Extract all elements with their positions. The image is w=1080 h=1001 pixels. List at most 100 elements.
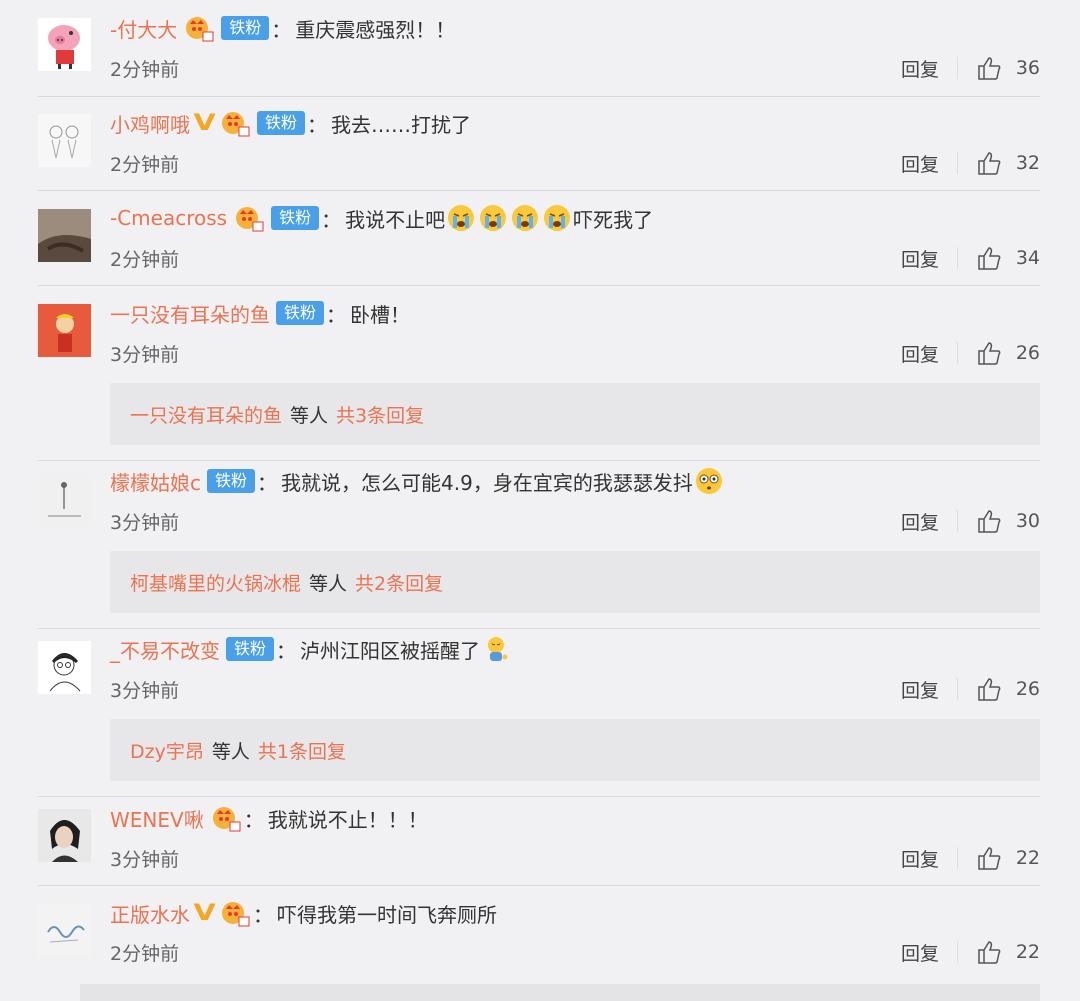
verified-v-icon: V bbox=[193, 900, 216, 926]
sub-reply-total[interactable]: 共1条回复 bbox=[258, 737, 346, 764]
sub-reply-user[interactable]: 柯基嘴里的火锅冰棍 bbox=[130, 569, 301, 596]
avatar[interactable] bbox=[38, 209, 91, 262]
sub-reply-summary[interactable]: 一只没有耳朵的鱼 等人 共3条回复 bbox=[110, 383, 1040, 445]
separator bbox=[957, 57, 958, 79]
crying-emoji-icon bbox=[480, 205, 507, 231]
reply-button[interactable]: 回复 bbox=[901, 245, 939, 272]
colon: ： bbox=[257, 470, 278, 495]
reply-button[interactable]: 回复 bbox=[901, 55, 939, 82]
comment-text: 我说不止吧 bbox=[345, 207, 446, 232]
like-count: 26 bbox=[1015, 342, 1040, 364]
comment-text: 我就说，怎么可能4.9，身在宜宾的我瑟瑟发抖 bbox=[281, 470, 693, 495]
divider bbox=[38, 190, 1040, 191]
comment-text: 卧槽！ bbox=[350, 302, 411, 327]
sub-reply-user[interactable]: 一只没有耳朵的鱼 bbox=[130, 401, 282, 428]
thumbs-up-icon[interactable] bbox=[976, 939, 1002, 965]
sub-reply-etc: 等人 bbox=[290, 404, 329, 427]
divider bbox=[38, 628, 1040, 629]
fan-badge[interactable]: 铁粉 bbox=[276, 301, 325, 325]
avatar[interactable] bbox=[38, 304, 91, 357]
username[interactable]: 一只没有耳朵的鱼 bbox=[110, 299, 270, 328]
crying-emoji-icon bbox=[512, 205, 539, 231]
sub-reply-total[interactable]: 共3条回复 bbox=[336, 401, 424, 428]
like-count: 26 bbox=[1015, 678, 1040, 700]
timestamp: 3分钟前 bbox=[110, 848, 180, 871]
comment-text: 吓得我第一时间飞奔厕所 bbox=[277, 902, 498, 927]
avatar[interactable] bbox=[38, 473, 91, 526]
comment-text-after: 吓死我了 bbox=[573, 207, 654, 232]
crown-vip-icon bbox=[222, 112, 250, 137]
colon: ： bbox=[271, 17, 292, 42]
crown-vip-icon bbox=[186, 17, 214, 42]
avatar[interactable] bbox=[38, 18, 91, 71]
reply-button[interactable]: 回复 bbox=[901, 150, 939, 177]
avatar[interactable] bbox=[38, 904, 91, 957]
username[interactable]: _不易不改变 bbox=[110, 635, 220, 664]
divider bbox=[38, 285, 1040, 286]
thumbs-up-icon[interactable] bbox=[976, 340, 1002, 366]
sub-reply-user[interactable]: Dzy宇昂 bbox=[130, 737, 204, 764]
thumbs-up-icon[interactable] bbox=[976, 55, 1002, 81]
separator bbox=[957, 510, 958, 532]
colon: ： bbox=[321, 207, 342, 232]
username[interactable]: -Cmeacross bbox=[110, 206, 227, 230]
colon: ： bbox=[243, 807, 264, 832]
username[interactable]: 小鸡啊哦 bbox=[110, 109, 190, 138]
reply-button[interactable]: 回复 bbox=[901, 508, 939, 535]
username[interactable]: WENEV啾 bbox=[110, 804, 204, 833]
reply-button[interactable]: 回复 bbox=[901, 845, 939, 872]
timestamp: 3分钟前 bbox=[110, 511, 180, 534]
sub-reply-summary[interactable]: 柯基嘴里的火锅冰棍 等人 共2条回复 bbox=[110, 551, 1040, 613]
shocked-emoji-icon bbox=[695, 468, 722, 494]
separator bbox=[957, 247, 958, 269]
crying-emoji-icon bbox=[544, 205, 571, 231]
fan-badge[interactable]: 铁粉 bbox=[207, 469, 256, 493]
thumbs-up-icon[interactable] bbox=[976, 676, 1002, 702]
reply-button[interactable]: 回复 bbox=[901, 939, 939, 966]
sub-reply-etc: 等人 bbox=[309, 572, 348, 595]
like-count: 22 bbox=[1015, 941, 1040, 963]
timestamp: 2分钟前 bbox=[110, 58, 180, 81]
sub-reply-summary[interactable]: Dzy宇昂 等人 共1条回复 bbox=[110, 719, 1040, 781]
avatar[interactable] bbox=[38, 809, 91, 862]
thumbs-up-icon[interactable] bbox=[976, 245, 1002, 271]
colon: ： bbox=[307, 112, 328, 137]
comment-text: 重庆震感强烈！！ bbox=[295, 17, 456, 42]
fan-badge[interactable]: 铁粉 bbox=[271, 206, 320, 230]
thumbs-up-icon[interactable] bbox=[976, 508, 1002, 534]
avatar[interactable] bbox=[38, 114, 91, 167]
like-count: 34 bbox=[1015, 247, 1040, 269]
reply-button[interactable]: 回复 bbox=[901, 676, 939, 703]
verified-v-icon: V bbox=[193, 110, 216, 136]
comment-text: 泸州江阳区被摇醒了 bbox=[300, 638, 481, 663]
divider bbox=[38, 460, 1040, 461]
colon: ： bbox=[326, 302, 347, 327]
comment-text: 我去……打扰了 bbox=[331, 112, 472, 137]
separator bbox=[957, 678, 958, 700]
separator bbox=[957, 847, 958, 869]
username[interactable]: 正版水水 bbox=[110, 899, 190, 928]
username[interactable]: -付大大 bbox=[110, 14, 177, 43]
fan-badge[interactable]: 铁粉 bbox=[221, 16, 270, 40]
crown-vip-icon bbox=[236, 207, 264, 232]
separator bbox=[957, 941, 958, 963]
thumbs-up-icon[interactable] bbox=[976, 845, 1002, 871]
fan-badge[interactable]: 铁粉 bbox=[257, 111, 306, 135]
avatar[interactable] bbox=[38, 641, 91, 694]
sub-reply-total[interactable]: 共2条回复 bbox=[355, 569, 443, 596]
separator bbox=[957, 342, 958, 364]
colon: ： bbox=[253, 902, 274, 927]
reply-button[interactable]: 回复 bbox=[901, 340, 939, 367]
like-count: 30 bbox=[1015, 510, 1040, 532]
thumbs-up-icon[interactable] bbox=[976, 150, 1002, 176]
divider bbox=[38, 96, 1040, 97]
timestamp: 3分钟前 bbox=[110, 679, 180, 702]
username[interactable]: 檬檬姑娘c bbox=[110, 467, 201, 496]
crown-vip-icon bbox=[222, 902, 250, 927]
comment-text: 我就说不止！！！ bbox=[267, 807, 428, 832]
like-count: 32 bbox=[1015, 152, 1040, 174]
next-item-edge bbox=[80, 984, 1040, 1001]
divider bbox=[38, 796, 1040, 797]
timestamp: 3分钟前 bbox=[110, 343, 180, 366]
fan-badge[interactable]: 铁粉 bbox=[226, 637, 275, 661]
